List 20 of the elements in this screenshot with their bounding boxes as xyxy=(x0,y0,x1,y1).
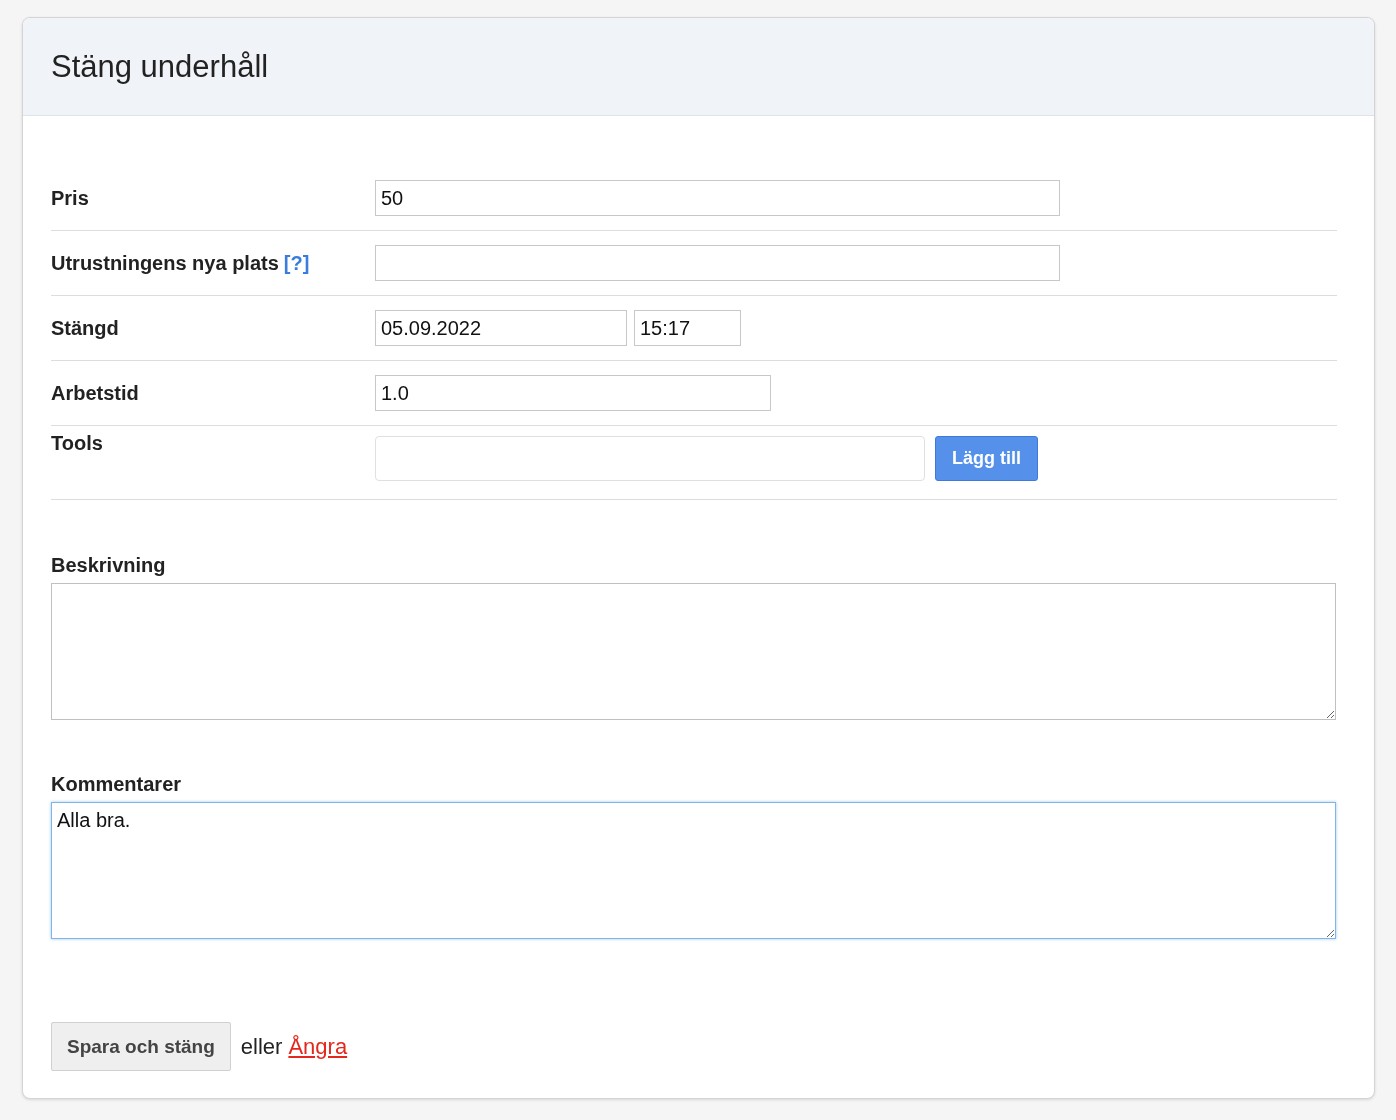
text-area[interactable] xyxy=(51,583,1336,720)
text-area[interactable]: Alla bra. xyxy=(51,802,1336,939)
date-field[interactable]: 05.09.2022 xyxy=(375,310,627,346)
or-text: eller xyxy=(240,1033,283,1060)
input-field[interactable] xyxy=(375,245,1060,281)
form-title: Stäng underhåll xyxy=(51,48,269,85)
field-label: Beskrivning xyxy=(51,554,167,577)
field-label: Stängd xyxy=(51,316,119,339)
field-label: Utrustningens nya plats xyxy=(51,251,279,274)
cancel-link[interactable]: Ångra xyxy=(288,1033,348,1060)
help-link[interactable]: [?] xyxy=(283,251,310,274)
input-field[interactable]: 50 xyxy=(375,180,1060,216)
input-field[interactable] xyxy=(375,436,925,481)
field-label: Tools xyxy=(51,432,103,454)
time-field[interactable]: 15:17 xyxy=(634,310,741,346)
field-label: Kommentarer xyxy=(51,773,183,796)
field-label: Pris xyxy=(51,186,89,209)
field-label: Arbetstid xyxy=(51,381,139,404)
save-button[interactable]: Spara och stäng xyxy=(51,1022,231,1071)
input-field[interactable]: 1.0 xyxy=(375,375,771,411)
